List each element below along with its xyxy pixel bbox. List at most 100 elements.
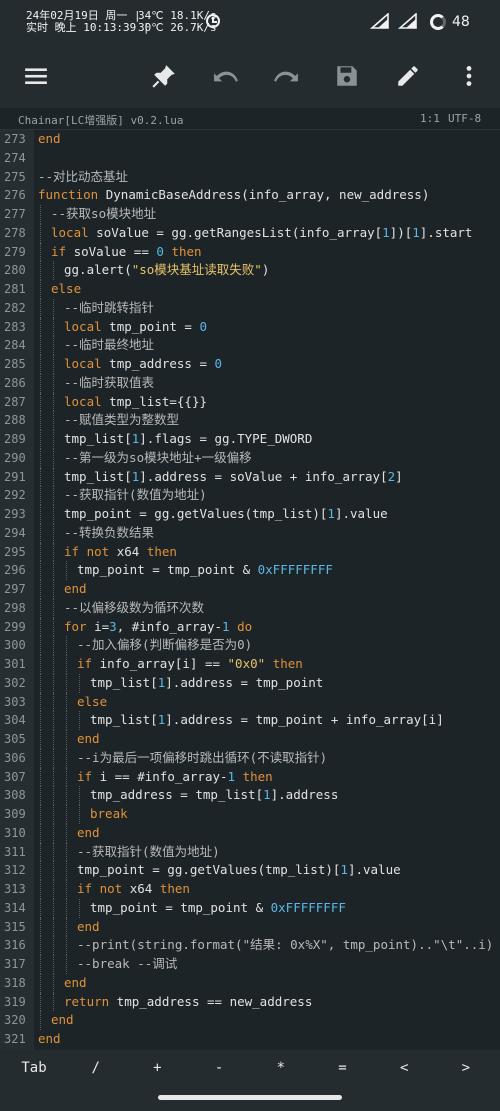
code-line[interactable]: 294 --转换负数结果 bbox=[0, 523, 500, 543]
code-editor[interactable]: 273 end 274 275 --对比动态基址 276 function DynamicB… bbox=[0, 130, 500, 1050]
more-icon[interactable] bbox=[447, 54, 491, 98]
line-number: 291 bbox=[4, 469, 26, 484]
line-number: 318 bbox=[4, 975, 26, 990]
code-line[interactable]: 285 local tmp_address = 0 bbox=[0, 355, 500, 374]
signal-icon bbox=[397, 12, 418, 29]
menu-icon[interactable] bbox=[14, 54, 58, 98]
code-line[interactable]: 273 end bbox=[0, 130, 500, 149]
code-line[interactable]: 291 tmp_list[1].address = soValue + info_… bbox=[0, 467, 500, 487]
code-line[interactable]: 280 gg.alert("so模块基址读取失败") bbox=[0, 261, 500, 280]
redo-icon[interactable] bbox=[264, 54, 308, 98]
code-token: --break --调试 bbox=[77, 956, 178, 971]
key-symbol[interactable]: > bbox=[446, 1060, 486, 1084]
code-line[interactable]: 287 local tmp_list={{}} bbox=[0, 392, 500, 412]
code-line[interactable]: 289 tmp_list[1].flags = gg.TYPE_DWORD bbox=[0, 430, 500, 449]
code-line[interactable]: 295 if not x64 then bbox=[0, 542, 500, 562]
indent-guide bbox=[53, 655, 54, 674]
code-line[interactable]: 276 function DynamicBaseAddress(info_arra… bbox=[0, 186, 500, 205]
code-token: then bbox=[272, 656, 303, 671]
code-line[interactable]: 277 --获取so模块地址 bbox=[0, 205, 500, 224]
indent-guide bbox=[53, 542, 54, 562]
line-number: 306 bbox=[4, 750, 26, 765]
code-line[interactable]: 293 tmp_point = gg.getValues(tmp_list)[1]… bbox=[0, 505, 500, 524]
line-number: 276 bbox=[4, 188, 26, 203]
indent-guide bbox=[53, 505, 54, 524]
indent-guide bbox=[40, 692, 41, 712]
key-symbol[interactable]: - bbox=[199, 1060, 239, 1084]
key-tab[interactable]: Tab bbox=[14, 1060, 54, 1084]
code-line[interactable]: 274 bbox=[0, 149, 500, 168]
home-indicator[interactable] bbox=[158, 1095, 342, 1100]
code-line[interactable]: 298 --以偏移级数为循环次数 bbox=[0, 598, 500, 618]
code-line[interactable]: 309 break bbox=[0, 805, 500, 824]
indent-guide bbox=[53, 767, 54, 787]
indent-guide bbox=[40, 636, 41, 655]
status-bar: 24年02月19日 周一 | 实时 晚上 10:13:39 | 34℃ 18.1… bbox=[0, 0, 500, 44]
code-line[interactable]: 315 end bbox=[0, 917, 500, 937]
code-line[interactable]: 299 for i=3, #info_array-1 do bbox=[0, 617, 500, 637]
code-text: local tmp_point = 0 bbox=[64, 318, 207, 337]
code-token: 1 bbox=[340, 862, 348, 878]
code-token: if bbox=[64, 543, 80, 559]
code-line[interactable]: 283 local tmp_point = 0 bbox=[0, 317, 500, 337]
code-line[interactable]: 320 end bbox=[0, 1011, 500, 1030]
code-token: if bbox=[51, 243, 67, 259]
code-line[interactable]: 290 --第一级为so模块地址+一级偏移 bbox=[0, 448, 500, 468]
edit-icon[interactable] bbox=[386, 54, 430, 98]
code-line[interactable]: 300 --加入偏移(判断偏移是否为0) bbox=[0, 636, 500, 655]
undo-icon[interactable] bbox=[204, 54, 248, 98]
pin-icon[interactable] bbox=[142, 54, 186, 98]
code-line[interactable]: 302 tmp_list[1].address = tmp_point bbox=[0, 673, 500, 693]
code-line[interactable]: 319 return tmp_address == new_address bbox=[0, 992, 500, 1012]
code-line[interactable]: 303 else bbox=[0, 692, 500, 712]
code-line[interactable]: 316 --print(string.format("结果: 0x%X", tmp… bbox=[0, 936, 500, 955]
code-text: local soValue = gg.getRangesList(info_ar… bbox=[51, 224, 472, 243]
code-line[interactable]: 297 end bbox=[0, 580, 500, 599]
save-icon[interactable] bbox=[325, 54, 369, 98]
code-line[interactable]: 282 --临时跳转指针 bbox=[0, 298, 500, 318]
indent-guide bbox=[53, 317, 54, 337]
code-line[interactable]: 296 tmp_point = tmp_point & 0xFFFFFFFF bbox=[0, 561, 500, 580]
line-number: 304 bbox=[4, 713, 26, 728]
code-line[interactable]: 310 end bbox=[0, 823, 500, 843]
line-number: 282 bbox=[4, 300, 26, 315]
code-token: end bbox=[77, 918, 100, 934]
line-number: 308 bbox=[4, 788, 26, 803]
code-line[interactable]: 288 --赋值类型为整数型 bbox=[0, 411, 500, 430]
code-line[interactable]: 312 tmp_point = gg.getValues(tmp_list)[1]… bbox=[0, 861, 500, 880]
key-symbol[interactable]: / bbox=[76, 1060, 116, 1084]
code-line[interactable]: 281 else bbox=[0, 280, 500, 299]
key-symbol[interactable]: + bbox=[137, 1060, 177, 1084]
indent-guide bbox=[66, 842, 67, 862]
key-symbol[interactable]: * bbox=[261, 1060, 301, 1084]
code-line[interactable]: 306 --i为最后一项偏移时跳出循环(不读取指针) bbox=[0, 748, 500, 768]
code-text: if not x64 then bbox=[77, 880, 190, 899]
code-token: --对比动态基址 bbox=[38, 168, 129, 184]
code-token: --获取so模块地址 bbox=[51, 206, 157, 221]
code-line[interactable]: 317 --break --调试 bbox=[0, 955, 500, 974]
code-line[interactable]: 308 tmp_address = tmp_list[1].address bbox=[0, 786, 500, 805]
code-line[interactable]: 321 end bbox=[0, 1030, 500, 1049]
code-line[interactable]: 311 --获取指针(数值为地址) bbox=[0, 842, 500, 862]
file-tab[interactable]: Chainar[LC增强版] v0.2.lua 1:1 UTF-8 bbox=[0, 108, 500, 130]
code-line[interactable]: 284 --临时最终地址 bbox=[0, 336, 500, 355]
code-line[interactable]: 313 if not x64 then bbox=[0, 880, 500, 899]
key-symbol[interactable]: = bbox=[323, 1060, 363, 1084]
code-token: soValue = gg.getRangesList(info_array[ bbox=[88, 224, 383, 240]
code-line[interactable]: 279 if soValue == 0 then bbox=[0, 242, 500, 262]
line-number: 280 bbox=[4, 263, 26, 278]
code-line[interactable]: 292 --获取指针(数值为地址) bbox=[0, 486, 500, 505]
code-line[interactable]: 278 local soValue = gg.getRangesList(info… bbox=[0, 223, 500, 243]
code-line[interactable]: 275 --对比动态基址 bbox=[0, 168, 500, 187]
line-number: 321 bbox=[4, 1032, 26, 1046]
code-line[interactable]: 305 end bbox=[0, 730, 500, 749]
code-line[interactable]: 314 tmp_point = tmp_point & 0xFFFFFFFF bbox=[0, 898, 500, 918]
code-line[interactable]: 286 --临时获取值表 bbox=[0, 373, 500, 393]
code-line[interactable]: 307 if i == #info_array-1 then bbox=[0, 767, 500, 787]
code-line[interactable]: 301 if info_array[i] == "0x0" then bbox=[0, 655, 500, 674]
key-symbol[interactable]: < bbox=[384, 1060, 424, 1084]
indent-guide bbox=[53, 955, 54, 974]
code-line[interactable]: 318 end bbox=[0, 973, 500, 993]
code-line[interactable]: 304 tmp_list[1].address = tmp_point + inf… bbox=[0, 711, 500, 730]
code-token: then bbox=[171, 243, 202, 259]
